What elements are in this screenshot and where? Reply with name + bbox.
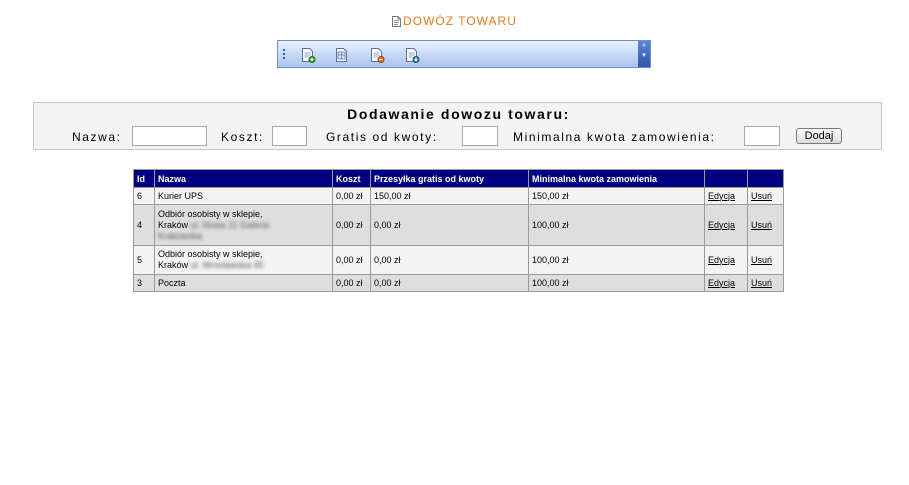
download-page-icon[interactable] xyxy=(404,47,420,63)
free-shipping-input[interactable] xyxy=(462,126,498,146)
cell-cost: 0,00 zł xyxy=(332,274,371,292)
cell-name-city: Kraków xyxy=(158,219,189,230)
cell-min-order: 100,00 zł xyxy=(528,274,705,292)
cell-free-shipping: 150,00 zł xyxy=(370,187,529,205)
cell-min-order: 150,00 zł xyxy=(528,187,705,205)
delivery-table: Id Nazwa Koszt Przesyłka gratis od kwoty… xyxy=(133,169,784,292)
table-row: 3 Poczta 0,00 zł 0,00 zł 100,00 zł Edycj… xyxy=(133,274,784,292)
delete-link[interactable]: Usuń xyxy=(751,220,772,230)
min-order-input[interactable] xyxy=(744,126,780,146)
name-label: Nazwa: xyxy=(72,130,122,144)
cell-id: 4 xyxy=(133,204,155,246)
edit-link[interactable]: Edycja xyxy=(708,278,735,288)
delete-link[interactable]: Usuń xyxy=(751,255,772,265)
cell-name: Odbiór osobisty w sklepie, Kraków ul. No… xyxy=(154,204,333,246)
cell-id: 3 xyxy=(133,274,155,292)
cell-name-text: Odbiór osobisty w sklepie, xyxy=(158,208,263,219)
cell-name-text: Odbiór osobisty w sklepie, xyxy=(158,249,263,259)
edit-link[interactable]: Edycja xyxy=(708,255,735,265)
cost-label: Koszt: xyxy=(221,130,264,144)
cell-cost: 0,00 zł xyxy=(332,204,371,246)
cost-input[interactable] xyxy=(272,126,307,146)
cell-name-text: Kurier UPS xyxy=(158,190,204,201)
toolbar-grip[interactable] xyxy=(283,49,285,61)
table-row: 4 Odbiór osobisty w sklepie, Kraków ul. … xyxy=(133,204,784,246)
toolbar-options-icon[interactable]: » ▾ xyxy=(638,41,650,67)
document-icon xyxy=(392,16,402,30)
cell-name: Kurier UPS xyxy=(154,187,333,205)
table-row: 6 Kurier UPS 0,00 zł 150,00 zł 150,00 zł… xyxy=(133,187,784,205)
header-min-order: Minimalna kwota zamowienia xyxy=(528,169,705,188)
cell-name: Odbiór osobisty w sklepie, Kraków ul. Wr… xyxy=(154,245,333,275)
cell-delete: Usuń xyxy=(747,245,784,275)
add-button[interactable]: Dodaj xyxy=(796,128,842,144)
cell-delete: Usuń xyxy=(747,204,784,246)
cell-name-address: ul. Wrocławska 45 xyxy=(190,260,264,270)
edit-link[interactable]: Edycja xyxy=(708,220,735,230)
cell-edit: Edycja xyxy=(704,187,748,205)
editor-toolbar: » ▾ xyxy=(277,40,651,68)
table-row: 5 Odbiór osobisty w sklepie, Kraków ul. … xyxy=(133,245,784,275)
header-free-shipping: Przesyłka gratis od kwoty xyxy=(370,169,529,188)
page-title: DOWÓZ TOWARU xyxy=(0,14,909,30)
table-header-row: Id Nazwa Koszt Przesyłka gratis od kwoty… xyxy=(133,169,784,188)
cell-name-city: Kraków xyxy=(158,260,189,270)
header-delete xyxy=(747,169,784,188)
delete-link[interactable]: Usuń xyxy=(751,191,772,201)
form-heading: Dodawanie dowozu towaru: xyxy=(347,106,570,122)
cell-name-address: ul. Nowa 11 Galeria xyxy=(190,219,269,230)
delete-link[interactable]: Usuń xyxy=(751,278,772,288)
cell-delete: Usuń xyxy=(747,187,784,205)
header-name: Nazwa xyxy=(154,169,333,188)
add-delivery-form: Dodawanie dowozu towaru: Nazwa: Koszt: G… xyxy=(33,102,882,150)
cell-min-order: 100,00 zł xyxy=(528,245,705,275)
header-edit xyxy=(704,169,748,188)
cell-delete: Usuń xyxy=(747,274,784,292)
cell-id: 5 xyxy=(133,245,155,275)
cell-name: Poczta xyxy=(154,274,333,292)
header-id: Id xyxy=(133,169,155,188)
cell-name-address-2: Krakowska xyxy=(158,230,203,241)
add-page-icon[interactable] xyxy=(300,47,316,63)
edit-link[interactable]: Edycja xyxy=(708,191,735,201)
min-order-label: Minimalna kwota zamowienia: xyxy=(513,130,716,144)
page-list-icon[interactable] xyxy=(334,47,350,63)
delete-page-icon[interactable] xyxy=(369,47,385,63)
cell-edit: Edycja xyxy=(704,245,748,275)
cell-free-shipping: 0,00 zł xyxy=(370,245,529,275)
cell-name-text: Poczta xyxy=(158,277,186,288)
page-title-text: DOWÓZ TOWARU xyxy=(403,14,517,28)
cell-id: 6 xyxy=(133,187,155,205)
cell-edit: Edycja xyxy=(704,274,748,292)
free-shipping-label: Gratis od kwoty: xyxy=(326,130,438,144)
name-input[interactable] xyxy=(132,126,207,146)
cell-cost: 0,00 zł xyxy=(332,245,371,275)
cell-edit: Edycja xyxy=(704,204,748,246)
cell-min-order: 100,00 zł xyxy=(528,204,705,246)
header-cost: Koszt xyxy=(332,169,371,188)
cell-free-shipping: 0,00 zł xyxy=(370,204,529,246)
cell-free-shipping: 0,00 zł xyxy=(370,274,529,292)
cell-cost: 0,00 zł xyxy=(332,187,371,205)
